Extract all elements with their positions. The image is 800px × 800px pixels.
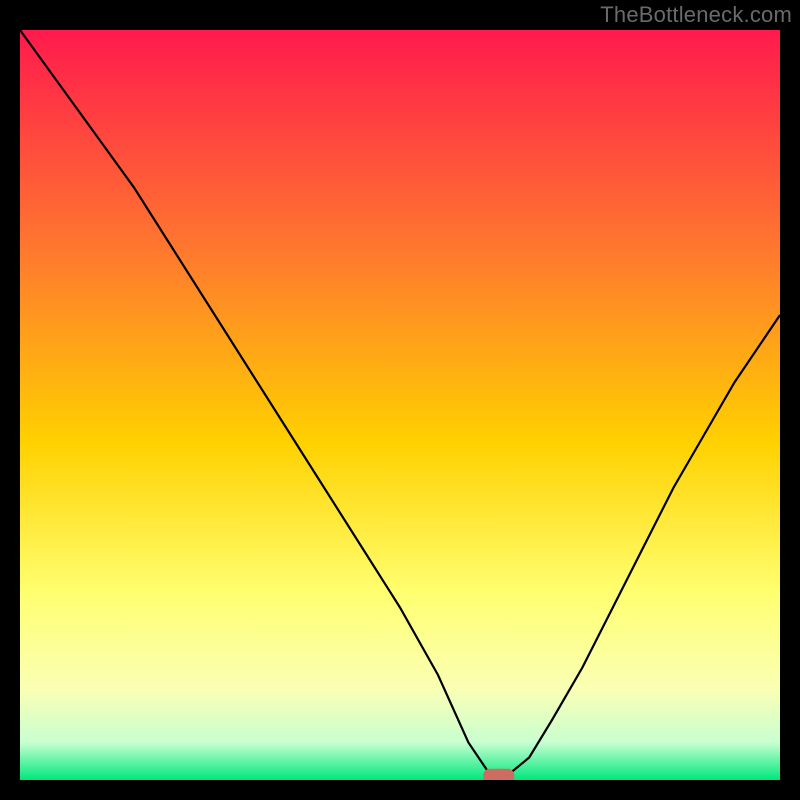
- gradient-background: [20, 30, 780, 780]
- chart-frame: TheBottleneck.com: [0, 0, 800, 800]
- watermark-text: TheBottleneck.com: [600, 2, 792, 28]
- optimal-marker: [484, 769, 514, 780]
- plot-area: [20, 30, 780, 780]
- chart-svg: [20, 30, 780, 780]
